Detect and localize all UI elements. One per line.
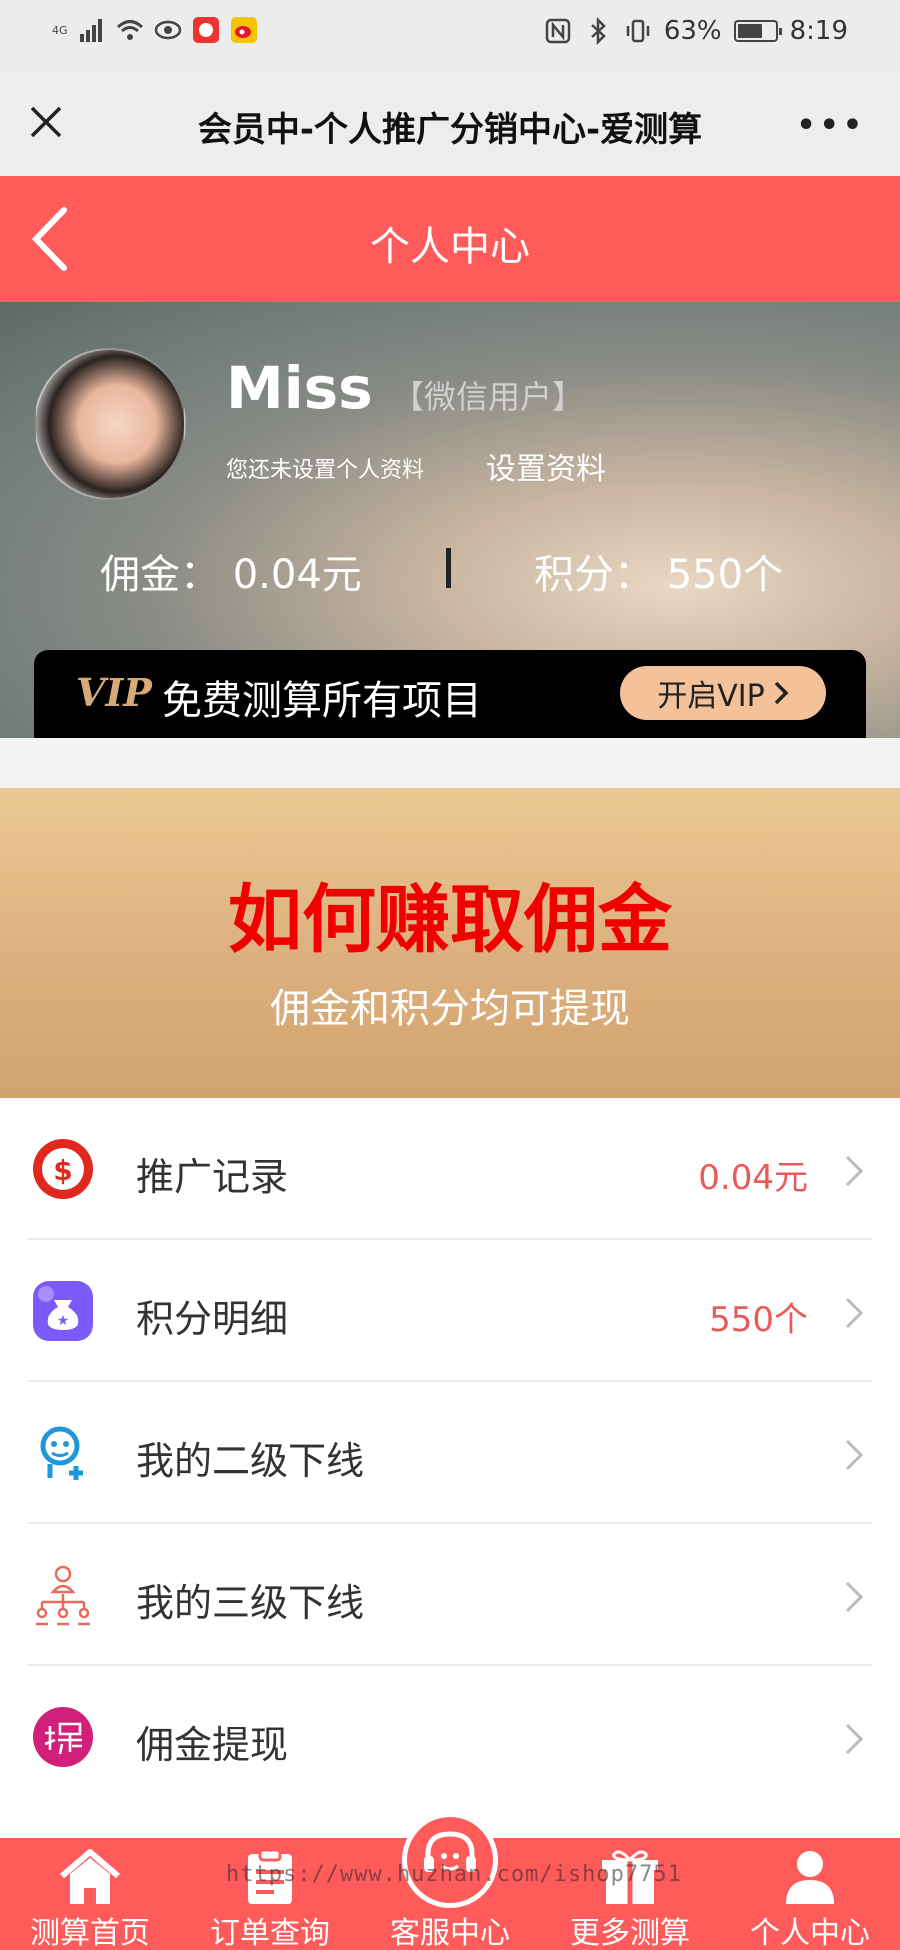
chevron-right-icon [845, 1439, 864, 1471]
points-label: 积分： [534, 552, 654, 598]
page-title: 个人中心 [370, 224, 530, 270]
svg-text:★: ★ [57, 1313, 70, 1329]
menu-list: $ 推广记录 0.04元 ★ 积分明细 550个 我的二级下线 我的三级下线 佣… [0, 1098, 900, 1838]
weibo-icon [230, 17, 257, 43]
network-type: 4G [52, 23, 68, 37]
bluetooth-icon [590, 17, 606, 45]
commission-label: 佣金： [100, 552, 220, 598]
menu-item-points-detail[interactable]: ★ 积分明细 550个 [28, 1240, 872, 1382]
chevron-right-icon [845, 1581, 864, 1613]
points-value: 550个 [666, 552, 784, 598]
menu-label: 推广记录 [136, 1155, 289, 1199]
status-right: 63% 8:19 [544, 16, 848, 46]
avatar[interactable] [34, 348, 186, 500]
tab-customer-service[interactable]: 客服中心 [360, 1831, 540, 1950]
watermark-text: https://www.huzhan.com/ishop7751 [226, 1862, 682, 1887]
vip-text: 免费测算所有项目 [162, 678, 482, 724]
username: Miss [226, 354, 373, 422]
stats-divider [446, 548, 451, 588]
add-user-icon [40, 1426, 83, 1480]
home-icon [60, 1849, 120, 1904]
nfc-icon [545, 18, 571, 44]
chevron-right-icon [774, 681, 789, 705]
org-chart-icon [36, 1565, 90, 1626]
battery-percent: 63% [663, 16, 722, 46]
svg-text:$: $ [53, 1154, 72, 1187]
webview-title: 会员中-个人推广分销中心-爱测算 [197, 110, 703, 150]
menu-label: 积分明细 [136, 1297, 289, 1341]
menu-item-promotion-records[interactable]: $ 推广记录 0.04元 [28, 1098, 872, 1240]
commission-value: 0.04元 [232, 552, 362, 598]
dollar-icon: $ [33, 1139, 93, 1199]
vibrate-icon [626, 19, 650, 43]
chevron-right-icon [845, 1155, 864, 1187]
withdraw-icon [33, 1707, 93, 1767]
setup-profile-link[interactable]: 设置资料 [486, 444, 606, 488]
earn-commission-banner[interactable]: 如何赚取佣金 佣金和积分均可提现 [0, 788, 900, 1098]
status-bar: 4G 63% 8:19 [0, 0, 900, 68]
tab-label: 个人中心 [750, 1916, 870, 1950]
wifi-icon [116, 20, 143, 40]
tab-label: 客服中心 [390, 1916, 510, 1950]
menu-label: 我的三级下线 [136, 1581, 365, 1625]
eye-icon [154, 20, 181, 40]
webview-title-bar: 会员中-个人推广分销中心-爱测算 ••• [0, 68, 900, 176]
battery-level [737, 24, 762, 38]
tab-orders[interactable]: 订单查询 [180, 1838, 360, 1950]
person-icon [786, 1851, 834, 1904]
tab-label: 更多测算 [570, 1916, 690, 1950]
signal-icon [79, 19, 102, 42]
tab-label: 测算首页 [30, 1916, 150, 1950]
close-icon[interactable] [28, 104, 64, 140]
clock: 8:19 [789, 16, 848, 46]
vip-logo: VIP [76, 670, 152, 715]
menu-label: 佣金提现 [136, 1723, 289, 1767]
menu-label: 我的二级下线 [136, 1439, 365, 1483]
promo-subtitle: 佣金和积分均可提现 [270, 986, 630, 1032]
points-stat: 积分： 550个 [534, 542, 783, 600]
battery-icon [733, 20, 782, 42]
user-type-tag: 【微信用户】 [392, 378, 585, 416]
tab-home[interactable]: 测算首页 [0, 1838, 180, 1950]
menu-value: 0.04元 [698, 1158, 808, 1198]
menu-item-withdraw[interactable]: 佣金提现 [28, 1666, 872, 1808]
commission-stat: 佣金： 0.04元 [100, 542, 362, 600]
promo-title: 如何赚取佣金 [228, 877, 672, 963]
menu-item-third-level[interactable]: 我的三级下线 [28, 1524, 872, 1666]
money-bag-icon: ★ [33, 1281, 93, 1341]
menu-item-second-level[interactable]: 我的二级下线 [28, 1382, 872, 1524]
profile-hint: 您还未设置个人资料 [226, 458, 425, 483]
tab-more[interactable]: 更多测算 [540, 1838, 720, 1950]
tab-profile[interactable]: 个人中心 [720, 1838, 900, 1950]
stats-row: 佣金： 0.04元 积分： 550个 [0, 542, 900, 598]
page-header: 个人中心 [0, 176, 900, 302]
chevron-right-icon [845, 1723, 864, 1755]
chevron-right-icon [845, 1297, 864, 1329]
status-left: 4G [52, 16, 258, 44]
vip-bar: VIP 免费测算所有项目 开启VIP [34, 650, 866, 738]
app-notification-icon [192, 17, 219, 43]
tab-label: 订单查询 [210, 1916, 330, 1950]
menu-value: 550个 [709, 1300, 808, 1340]
open-vip-label: 开启VIP [657, 679, 765, 714]
more-icon[interactable]: ••• [796, 108, 866, 143]
bottom-tab-bar: 测算首页 订单查询 客服中心 更多测算 个人中心 https://www.huz… [0, 1812, 900, 1950]
profile-banner: Miss 【微信用户】 您还未设置个人资料 设置资料 佣金： 0.04元 积分：… [0, 302, 900, 738]
open-vip-button[interactable]: 开启VIP [620, 666, 826, 720]
